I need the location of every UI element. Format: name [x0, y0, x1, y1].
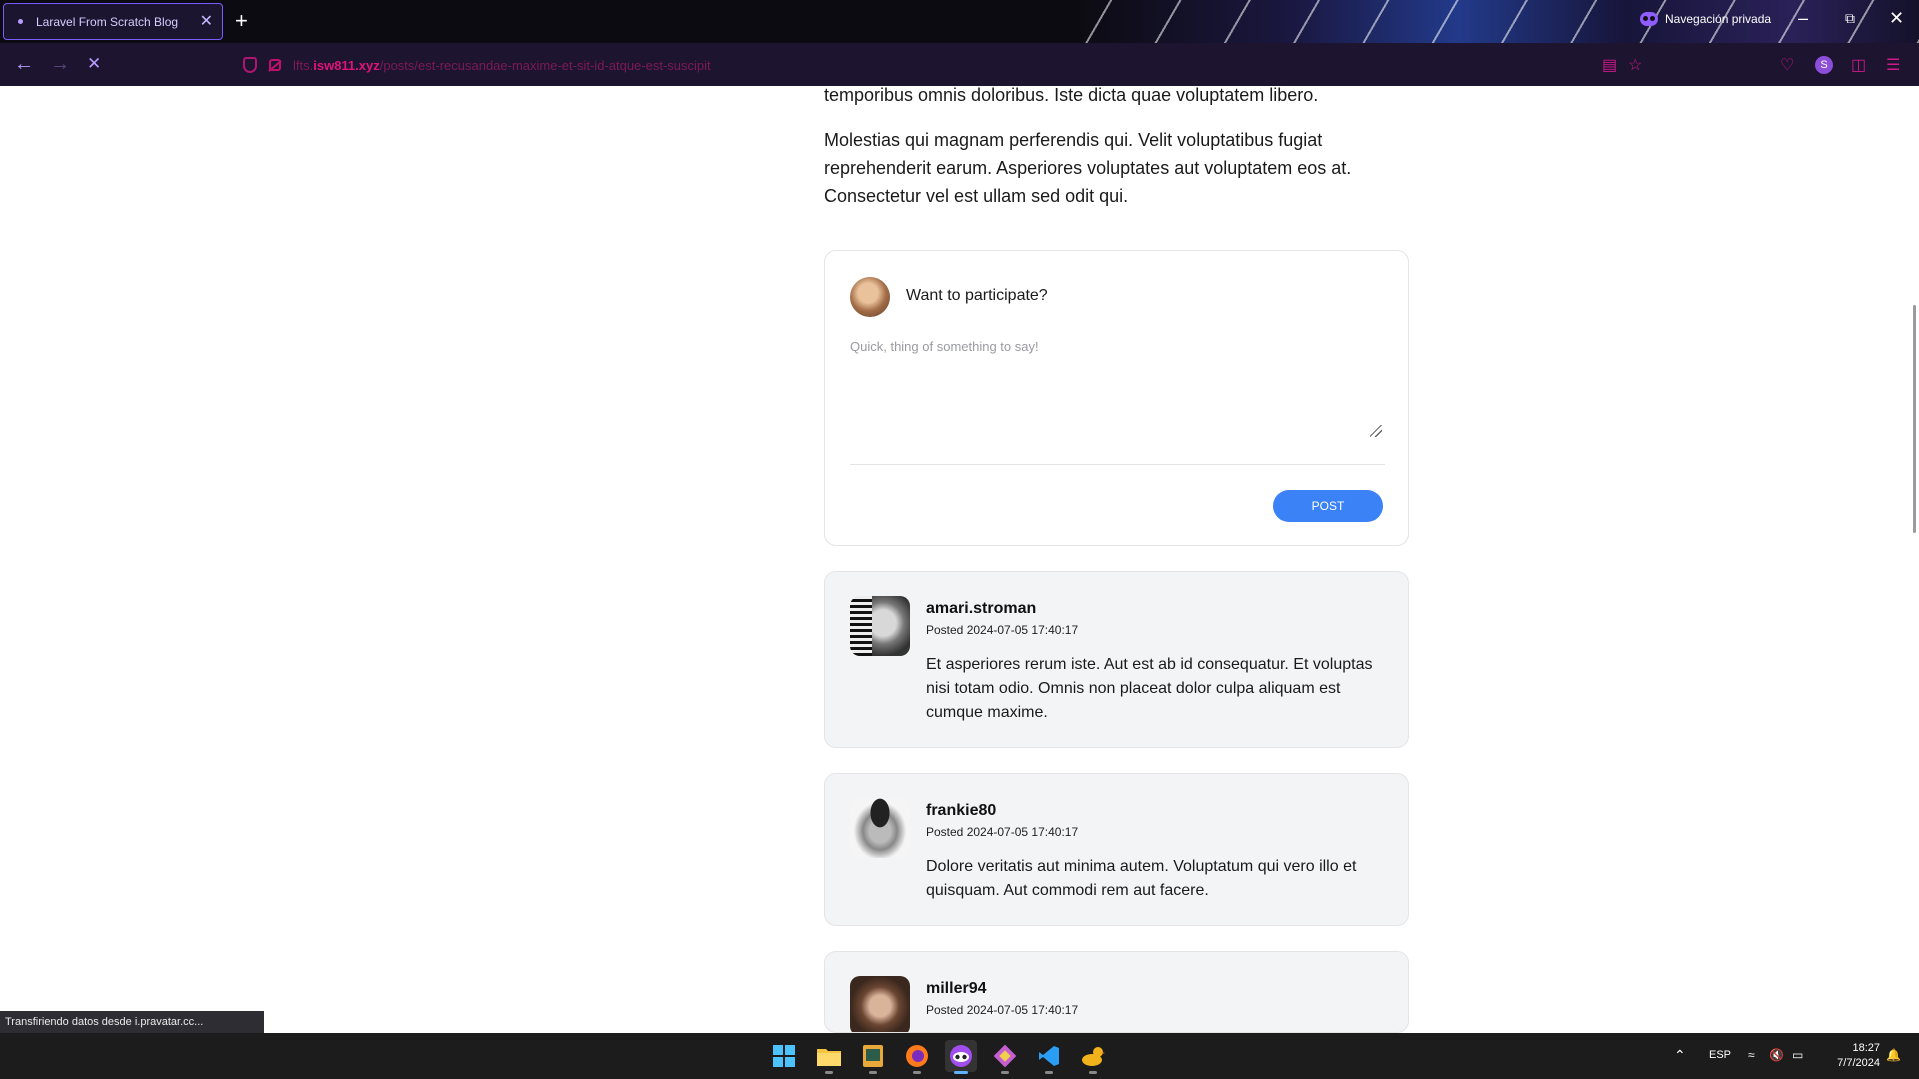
current-user-avatar: [850, 277, 890, 317]
commenter-avatar: [850, 596, 910, 656]
show-hidden-icons-chevron-icon[interactable]: ⌃: [1674, 1048, 1686, 1062]
running-indicator: [1089, 1071, 1097, 1074]
running-indicator: [869, 1071, 877, 1074]
new-tab-button[interactable]: +: [235, 10, 248, 32]
browser-tab-bar: Laravel From Scratch Blog ✕ + Navegación…: [0, 0, 1919, 43]
running-indicator: [913, 1071, 921, 1074]
commenter-avatar: [850, 976, 910, 1032]
vscode-icon[interactable]: [1033, 1040, 1065, 1074]
menu-hamburger-icon[interactable]: ☰: [1886, 58, 1900, 74]
comment-author: amari.stroman: [926, 600, 1037, 617]
close-window-button[interactable]: ✕: [1889, 8, 1904, 28]
reader-view-icon[interactable]: ▤: [1602, 58, 1617, 74]
tracking-protection-shield-icon[interactable]: [243, 57, 257, 73]
firefox-icon[interactable]: [901, 1040, 933, 1074]
article-paragraph: temporibus omnis doloribus. Iste dicta q…: [824, 85, 1319, 105]
loading-status: Transfiriendo datos desde i.pravatar.cc.…: [0, 1011, 264, 1033]
comment-body: Dolore veritatis aut minima autem. Volup…: [926, 858, 1357, 899]
comment-card: miller94 Posted 2024-07-05 17:40:17: [824, 951, 1409, 1033]
extensions-puzzle-icon[interactable]: ◫: [1851, 58, 1866, 74]
photo-app-icon[interactable]: [857, 1040, 889, 1074]
comment-form: Want to participate? POST: [824, 250, 1409, 546]
post-comment-button[interactable]: POST: [1273, 490, 1383, 522]
close-tab-icon[interactable]: ✕: [200, 13, 213, 30]
theme-artwork: [1080, 0, 1919, 43]
private-mask-icon: [1640, 12, 1658, 26]
comment-author: miller94: [926, 980, 987, 997]
comment-form-title: Want to participate?: [906, 287, 1048, 304]
page-scrollbar[interactable]: [1913, 305, 1916, 533]
private-browsing-label: Navegación privada: [1665, 12, 1772, 26]
private-browsing-indicator: Navegación privada: [1640, 12, 1771, 26]
notifications-bell-icon[interactable]: 🔔: [1886, 1048, 1901, 1062]
battery-icon[interactable]: ▭: [1792, 1048, 1803, 1062]
comment-author: frankie80: [926, 802, 997, 819]
url-text[interactable]: lfts.isw811.xyz/posts/est-recusandae-max…: [293, 58, 711, 73]
pocket-icon[interactable]: ♡: [1780, 58, 1794, 74]
comment-card: amari.stroman Posted 2024-07-05 17:40:17…: [824, 571, 1409, 748]
insecure-lock-icon[interactable]: [269, 59, 281, 71]
browser-tab[interactable]: Laravel From Scratch Blog ✕: [3, 3, 223, 40]
article-paragraph: Molestias qui magnam perferendis qui. Ve…: [824, 130, 1352, 206]
back-arrow-icon[interactable]: ←: [14, 54, 34, 74]
start-menu-windows-icon[interactable]: [768, 1040, 800, 1072]
comment-date: Posted 2024-07-05 17:40:17: [926, 623, 1079, 637]
running-indicator: [1045, 1071, 1053, 1074]
commenter-avatar: [850, 798, 910, 858]
system-clock[interactable]: 18:27 7/7/2024: [1822, 1041, 1880, 1071]
comment-card: frankie80 Posted 2024-07-05 17:40:17 Dol…: [824, 773, 1409, 926]
minimize-window-button[interactable]: –: [1798, 8, 1808, 28]
tab-loading-icon: [18, 19, 23, 24]
windows-taskbar: ⌃ ESP ≈ 🔇 ▭ 18:27 7/7/2024 🔔: [0, 1033, 1919, 1079]
running-indicator: [825, 1071, 833, 1074]
address-bar[interactable]: lfts.isw811.xyz/posts/est-recusandae-max…: [233, 50, 1613, 80]
running-indicator: [954, 1071, 968, 1074]
restore-window-button[interactable]: ⧉: [1845, 8, 1855, 28]
tab-title: Laravel From Scratch Blog: [36, 14, 179, 29]
running-indicator: [1001, 1071, 1009, 1074]
git-gui-icon[interactable]: [989, 1040, 1021, 1074]
wifi-icon[interactable]: ≈: [1748, 1048, 1755, 1062]
volume-muted-icon[interactable]: 🔇: [1769, 1048, 1784, 1062]
firefox-private-icon[interactable]: [945, 1040, 977, 1074]
profile-avatar[interactable]: S: [1815, 56, 1833, 74]
comment-textarea[interactable]: [850, 339, 1385, 439]
duck-app-icon[interactable]: [1077, 1040, 1109, 1074]
input-language[interactable]: ESP: [1709, 1048, 1731, 1062]
comment-date: Posted 2024-07-05 17:40:17: [926, 825, 1079, 839]
stop-loading-icon[interactable]: ✕: [87, 54, 101, 74]
forward-arrow-icon[interactable]: →: [50, 54, 70, 74]
file-explorer-icon[interactable]: [813, 1040, 845, 1074]
divider: [850, 464, 1385, 465]
clock-time: 18:27: [1852, 1042, 1880, 1054]
comment-date: Posted 2024-07-05 17:40:17: [926, 1003, 1079, 1017]
textarea-resize-handle[interactable]: [1370, 425, 1382, 437]
bookmark-star-icon[interactable]: ☆: [1628, 58, 1642, 74]
comment-body: Et asperiores rerum iste. Aut est ab id …: [926, 656, 1373, 721]
clock-date: 7/7/2024: [1837, 1057, 1880, 1069]
